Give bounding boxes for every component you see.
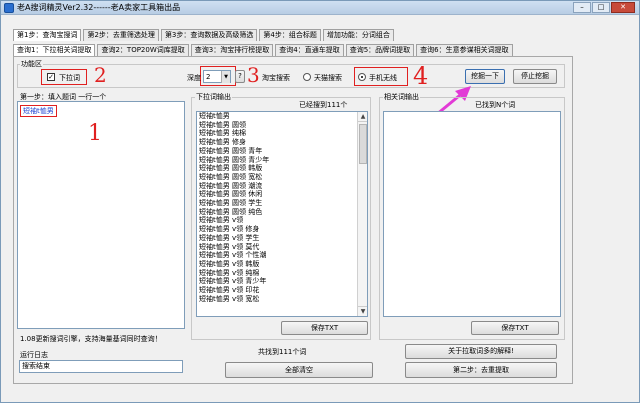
- next-step-button[interactable]: 第二步：去重提取: [405, 362, 557, 378]
- tab-step2[interactable]: 第2步：去重筛选处理: [83, 29, 159, 41]
- annotation-1: 1: [88, 121, 102, 146]
- dropdown-list-item: 短袖t恤男 圆领 韩版: [199, 164, 263, 173]
- dropdown-list-item: 短袖t恤男 纯棉: [199, 129, 246, 138]
- radio-taobao-label: 淘宝搜索: [262, 74, 290, 82]
- tab-step4[interactable]: 第4步：组合标题: [259, 29, 321, 41]
- keyword-input[interactable]: 短袖t恤男 1: [17, 101, 185, 329]
- title-bar: 老A搜词精灵Ver2.32------老A卖家工具箱出品 – □ ✕: [1, 1, 639, 15]
- stop-button[interactable]: 停止挖掘: [513, 69, 557, 84]
- maximize-button[interactable]: □: [592, 2, 610, 13]
- tab-step3[interactable]: 第3步：查询数据及高级筛选: [160, 29, 258, 41]
- total-found: 共找到111个词: [258, 348, 307, 356]
- dropdown-checkbox[interactable]: ✓: [47, 73, 55, 81]
- dropdown-lines: 短袖t恤男 短袖t恤男 圆领 短袖t恤男 纯棉 短袖t恤男 修身 短袖t恤男 圆领 青年…: [197, 112, 367, 303]
- tab-query1[interactable]: 查询1：下拉相关词提取: [13, 44, 96, 56]
- related-list[interactable]: [383, 111, 561, 317]
- log-label: 运行日志: [20, 351, 48, 359]
- tab-query5[interactable]: 查询5：品牌词提取: [345, 44, 415, 56]
- dropdown-scrollbar[interactable]: ▲ ▼: [357, 112, 367, 316]
- dropdown-list-item: 短袖t恤男 圆领 青少年: [199, 155, 270, 164]
- annotation-2: 2: [94, 63, 107, 87]
- scroll-up-icon[interactable]: ▲: [358, 112, 367, 122]
- tab-query6[interactable]: 查询6：生意参谋相关词提取: [416, 44, 513, 56]
- window-title: 老A搜词精灵Ver2.32------老A卖家工具箱出品: [17, 3, 181, 12]
- close-button[interactable]: ✕: [611, 2, 635, 13]
- dropdown-list-item: 短袖t恤男 圆领 休闲: [199, 190, 263, 199]
- keyword-value: 短袖t恤男: [23, 107, 54, 115]
- about-button[interactable]: 关于拉取词多的解释!: [405, 344, 557, 359]
- input-footer: 1.08更新搜词引擎，支持海量基词同时查询！: [20, 335, 162, 343]
- scroll-thumb[interactable]: [359, 124, 367, 164]
- tab-query2[interactable]: 查询2：TOP20W词库提取: [97, 44, 189, 56]
- chevron-down-icon: ▼: [221, 71, 230, 83]
- dropdown-list-item: 短袖t恤男 v领 韩版: [199, 259, 260, 268]
- annotation-3: 3: [247, 63, 260, 87]
- depth-label: 深度: [187, 74, 201, 82]
- depth-value: 2: [206, 73, 211, 81]
- tab-extra[interactable]: 增加功能：分词组合: [322, 29, 394, 41]
- related-save-button[interactable]: 保存TXT: [471, 321, 559, 335]
- dropdown-list-item: 短袖t恤男 v领 学生: [199, 233, 260, 242]
- radio-tmall[interactable]: [303, 73, 311, 81]
- depth-select[interactable]: 2 ▼: [203, 70, 231, 83]
- dropdown-list-item: 短袖t恤男 圆领 学生: [199, 199, 263, 208]
- dropdown-list-item: 短袖t恤男 v领 个性潮: [199, 251, 267, 260]
- dig-button[interactable]: 挖掘一下: [465, 69, 505, 84]
- help-button[interactable]: ?: [235, 70, 245, 83]
- dropdown-list-item: 短袖t恤男 v领 青少年: [199, 277, 267, 286]
- dropdown-list-item: 短袖t恤男 v领 印花: [199, 286, 260, 295]
- radio-tmall-label: 天猫搜索: [314, 74, 342, 82]
- minimize-button[interactable]: –: [573, 2, 591, 13]
- dropdown-list[interactable]: 短袖t恤男 短袖t恤男 圆领 短袖t恤男 纯棉 短袖t恤男 修身 短袖t恤男 圆领 青年…: [196, 111, 368, 317]
- app-icon: [4, 3, 14, 13]
- dropdown-count: 已经搜到111个: [299, 101, 348, 109]
- dropdown-list-item: 短袖t恤男 圆领 宽松: [199, 172, 263, 181]
- tab-query3[interactable]: 查询3：淘宝排行榜提取: [190, 44, 274, 56]
- main-window: 老A搜词精灵Ver2.32------老A卖家工具箱出品 – □ ✕ 第1步：查…: [0, 0, 640, 403]
- dropdown-list-item: 短袖t恤男 圆领 青年: [199, 146, 263, 155]
- clear-all-button[interactable]: 全部清空: [225, 362, 373, 378]
- dropdown-list-item: 短袖t恤男 修身: [199, 138, 246, 147]
- dropdown-checkbox-label: 下拉词: [59, 74, 80, 82]
- func-area-label: 功能区: [20, 59, 43, 69]
- dropdown-list-item: 短袖t恤男 v领 修身: [199, 225, 260, 234]
- log-field: 搜索结束: [19, 360, 183, 373]
- related-count: 已找到N个词: [475, 101, 516, 109]
- dropdown-list-item: 短袖t恤男: [199, 112, 230, 120]
- dropdown-list-item: 短袖t恤男 v领 莫代: [199, 242, 260, 251]
- related-panel-label: 相关词输出: [383, 92, 420, 102]
- radio-mobile-label: 手机无线: [369, 74, 397, 82]
- tab-query4[interactable]: 查询4：直通车提取: [275, 44, 344, 56]
- tab-step1[interactable]: 第1步：查淘宝搜词: [13, 29, 82, 41]
- dropdown-panel-label: 下拉词输出: [195, 92, 232, 102]
- dropdown-list-item: 短袖t恤男 v领 宽松: [199, 294, 260, 303]
- log-value: 搜索结束: [22, 362, 50, 370]
- dropdown-list-item: 短袖t恤男 v领: [199, 216, 244, 225]
- radio-mobile[interactable]: [358, 73, 366, 81]
- scroll-down-icon[interactable]: ▼: [358, 306, 367, 316]
- dropdown-save-button[interactable]: 保存TXT: [281, 321, 368, 335]
